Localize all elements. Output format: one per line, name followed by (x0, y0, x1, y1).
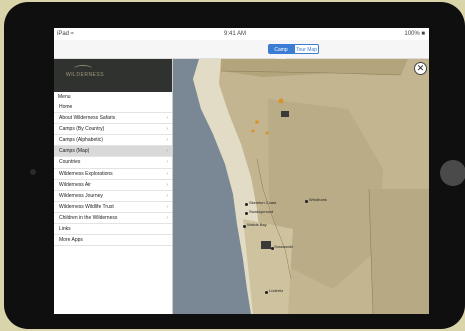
menu-item-label: Camps (Alphabetic) (59, 137, 103, 144)
menu-item[interactable]: Wilderness Air › (54, 180, 172, 191)
status-bar: iPad ≈ 9:41 AM 100% ■ (54, 28, 429, 40)
map-pin[interactable] (245, 212, 248, 215)
chevron-right-icon: › (166, 170, 168, 177)
menu-item[interactable]: Children in the Wilderness › (54, 213, 172, 225)
camp-cluster-marker (281, 111, 289, 117)
camp-marker (251, 129, 255, 133)
menu-item-label: Links (59, 226, 71, 233)
brand-header: WILDERNESS (54, 59, 172, 92)
menu-item[interactable]: Camps (Alphabetic) › (54, 135, 172, 147)
chevron-right-icon: › (166, 192, 168, 199)
chevron-right-icon: › (166, 159, 168, 166)
menu-item-label: About Wilderness Safaris (59, 115, 116, 122)
close-icon[interactable]: ✕ (414, 62, 427, 75)
menu-item[interactable]: Wilderness Wildlife Trust › (54, 202, 172, 213)
menu-item[interactable]: Home (54, 102, 172, 114)
menu-item[interactable]: Camps (Map) › (54, 146, 172, 158)
menu-item[interactable]: Wilderness Explorations › (54, 169, 172, 180)
status-carrier: iPad ≈ (57, 31, 74, 37)
menu-item-label: Camps (By Country) (59, 126, 105, 133)
home-button[interactable] (440, 160, 465, 186)
map-pin[interactable] (243, 225, 246, 228)
menu-item-label: More Apps (59, 237, 83, 244)
map-pin[interactable] (245, 203, 248, 206)
camp-marker (278, 98, 284, 104)
chevron-right-icon: › (166, 203, 168, 210)
menu-header: Menu (58, 94, 71, 100)
chevron-right-icon: › (166, 148, 168, 155)
menu-item[interactable]: Countries › (54, 157, 172, 169)
menu-item[interactable]: Wilderness Journey › (54, 191, 172, 202)
status-battery: 100% ■ (404, 31, 425, 37)
sidebar: WILDERNESS Menu Home About Wilderness Saf… (54, 59, 173, 314)
camp-marker (255, 120, 259, 124)
menu-item-label: Children in the Wilderness (59, 214, 118, 221)
chevron-right-icon: › (166, 115, 168, 122)
menu-item-label: Camps (Map) (59, 148, 90, 155)
menu-item[interactable]: Camps (By Country) › (54, 124, 172, 136)
menu-item[interactable]: More Apps (54, 235, 172, 247)
map-label: Swakopmund (249, 209, 274, 214)
menu-item-label: Wilderness Air (59, 181, 91, 188)
camp-map-toggle[interactable]: Camp Map (268, 44, 294, 63)
camp-cluster-marker (261, 241, 271, 249)
menu-item-label: Wilderness Journey (59, 192, 103, 199)
logo-icon (74, 65, 92, 72)
map-label: Skeleton Coast (249, 200, 277, 205)
menu-list: Home About Wilderness Safaris › Camps (By C… (54, 102, 172, 247)
map-canvas[interactable] (173, 59, 429, 314)
camp-marker (265, 131, 269, 135)
menu-item-label: Wilderness Wildlife Trust (59, 203, 114, 210)
camera-icon (30, 169, 36, 175)
tablet-frame: iPad ≈ 9:41 AM 100% ■ Camp Map Tour Map … (4, 2, 465, 329)
map-label: Lüderitz (269, 288, 284, 293)
screen: iPad ≈ 9:41 AM 100% ■ Camp Map Tour Map … (54, 28, 429, 314)
menu-item[interactable]: Links (54, 224, 172, 236)
menu-item-label: Home (59, 104, 73, 110)
menu-item[interactable]: About Wilderness Safaris › (54, 113, 172, 125)
map-label: Sossusvlei (274, 244, 294, 249)
logo-text: WILDERNESS (66, 72, 105, 78)
map-label: Walvis Bay (247, 222, 267, 227)
eastern-region (369, 189, 429, 314)
map-pin[interactable] (305, 200, 308, 203)
top-toolbar: Camp Map Tour Map (54, 40, 429, 63)
menu-item-label: Wilderness Explorations (59, 170, 113, 177)
map-view[interactable]: ✕ Skeleton Coast Swakopmund Windhoek Wal… (173, 59, 429, 314)
chevron-right-icon: › (166, 126, 168, 133)
map-label: Windhoek (309, 197, 327, 202)
status-time: 9:41 AM (224, 31, 247, 37)
map-pin[interactable] (265, 291, 268, 294)
chevron-right-icon: › (166, 181, 168, 188)
tour-map-toggle[interactable]: Tour Map (294, 44, 319, 54)
menu-item-label: Countries (59, 159, 81, 166)
chevron-right-icon: › (166, 137, 168, 144)
chevron-right-icon: › (166, 214, 168, 221)
